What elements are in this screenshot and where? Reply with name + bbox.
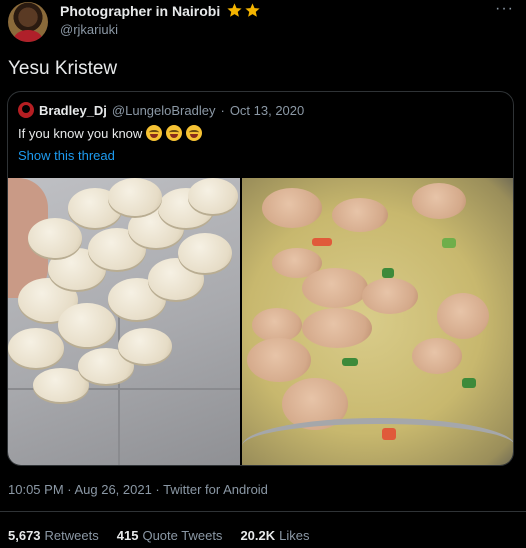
tweet-timestamp[interactable]: 10:05 PM · Aug 26, 2021 · Twitter for An… — [8, 482, 268, 497]
quoted-text: If you know you know — [18, 125, 143, 141]
quote-tweets-count: 415 — [116, 528, 139, 543]
star-icon — [227, 3, 242, 17]
quoted-author-name: Bradley_Dj — [39, 102, 107, 118]
grinning-emoji-icon — [146, 125, 163, 141]
quoted-author-handle: @LungeloBradley — [111, 102, 216, 118]
likes-stat[interactable]: 20.2K Likes — [240, 528, 309, 543]
show-thread-link[interactable]: Show this thread — [18, 148, 115, 163]
retweets-label: Retweets — [44, 528, 99, 543]
quote-tweets-stat[interactable]: 415 Quote Tweets — [117, 528, 223, 543]
quoted-separator: · — [220, 102, 225, 118]
badge-stars — [226, 2, 261, 19]
grinning-emoji-icon — [186, 125, 203, 141]
tweet-text: Yesu Kristew — [8, 58, 118, 79]
likes-count: 20.2K — [240, 528, 276, 543]
quote-tweets-label: Quote Tweets — [142, 528, 223, 543]
quoted-tweet[interactable]: Bradley_Dj @LungeloBradley · Oct 13, 202… — [7, 91, 514, 466]
quoted-date: Oct 13, 2020 — [229, 102, 305, 118]
retweets-stat[interactable]: 5,673 Retweets — [8, 528, 99, 543]
author-avatar[interactable] — [8, 2, 48, 42]
author-name-row: Photographer in Nairobi — [60, 2, 261, 19]
divider — [0, 511, 526, 512]
quoted-header: Bradley_Dj @LungeloBradley · Oct 13, 202… — [18, 102, 304, 118]
grinning-emoji-icon — [166, 125, 183, 141]
likes-label: Likes — [279, 528, 310, 543]
sausage-soup-image[interactable] — [242, 178, 513, 465]
retweets-count: 5,673 — [8, 528, 41, 543]
quoted-text-row: If you know you know — [18, 125, 203, 141]
stack-of-communion-wafers-image[interactable] — [8, 178, 240, 465]
quoted-media — [8, 178, 513, 465]
star-icon — [245, 3, 260, 17]
more-options-icon[interactable]: ··· — [495, 0, 514, 18]
quoted-avatar — [18, 102, 34, 118]
author-display-name[interactable]: Photographer in Nairobi — [60, 3, 220, 19]
engagement-stats: 5,673 Retweets 415 Quote Tweets 20.2K Likes — [8, 528, 310, 543]
author-handle[interactable]: @rjkariuki — [60, 22, 118, 37]
